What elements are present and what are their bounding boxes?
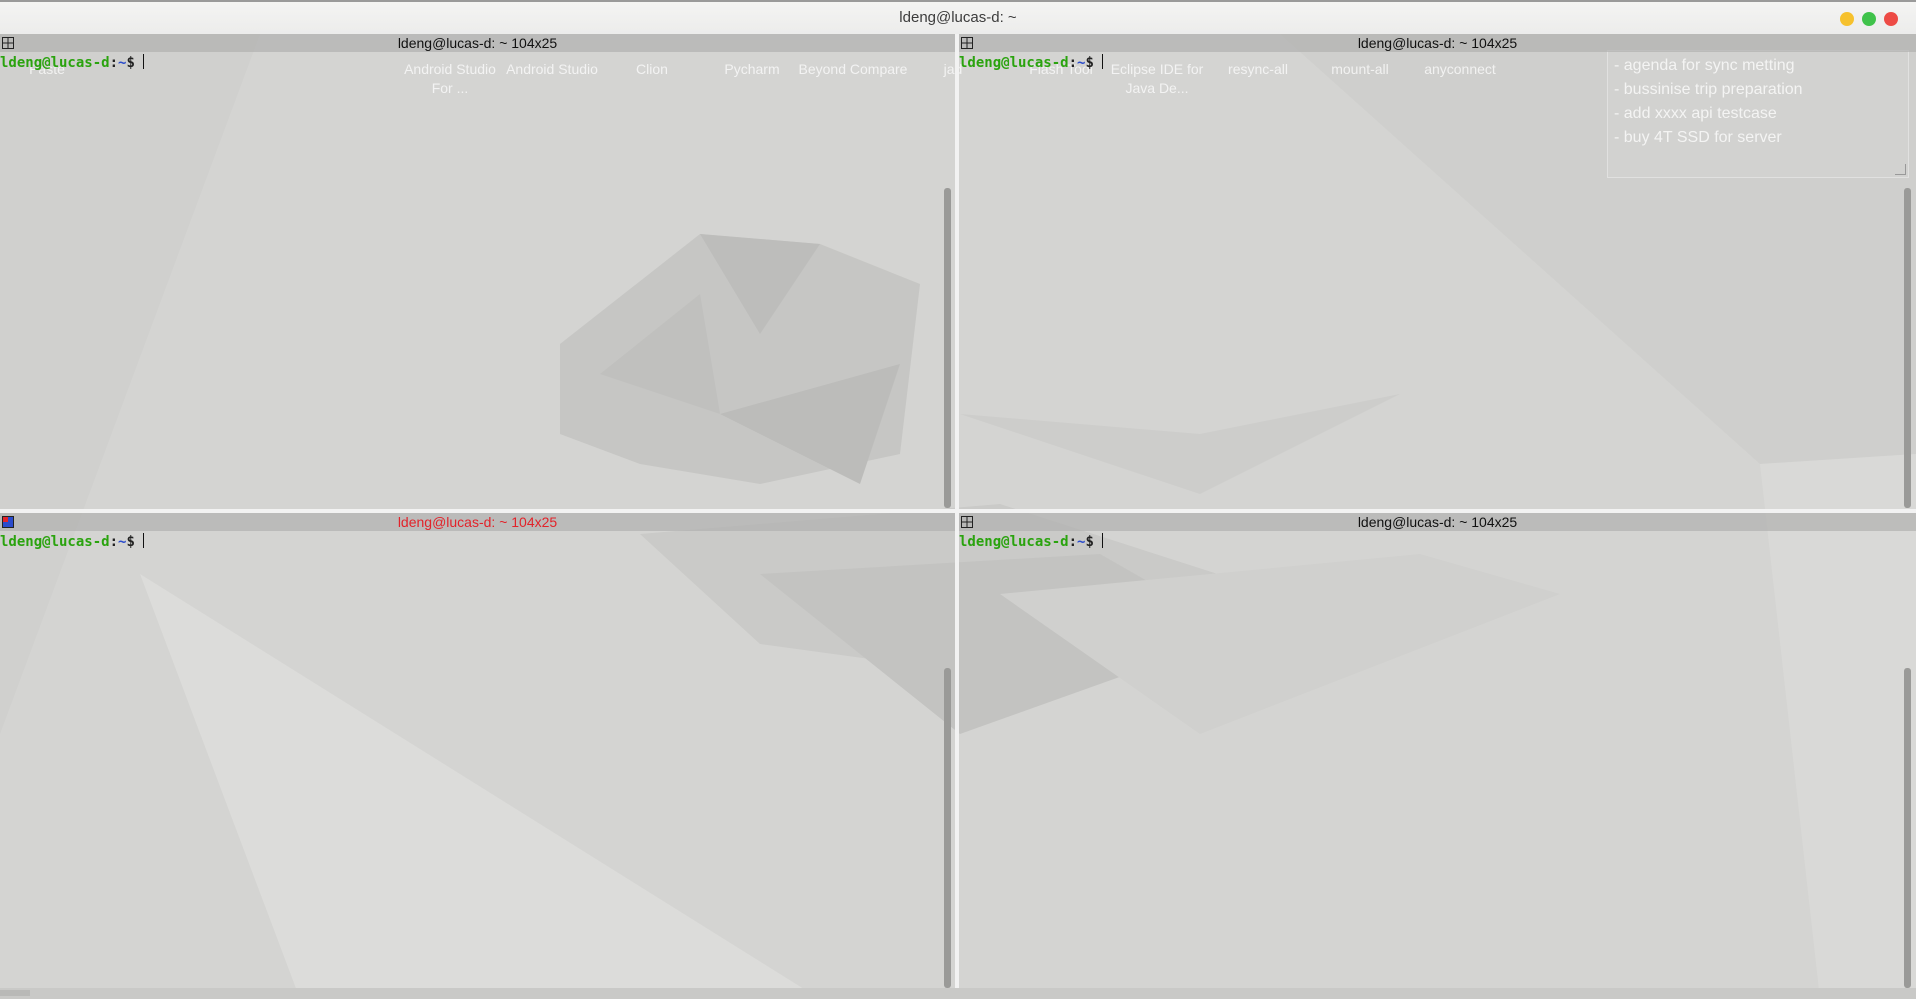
terminal-header[interactable]: ldeng@lucas-d: ~ 104x25 bbox=[959, 34, 1916, 52]
window-title: ldeng@lucas-d: ~ bbox=[899, 9, 1017, 26]
text-cursor bbox=[1101, 533, 1103, 548]
terminal-pane-bottom-right[interactable]: ldeng@lucas-d: ~ 104x25 ldeng@lucas-d:~$ bbox=[959, 513, 1916, 988]
terminal-prompt[interactable]: ldeng@lucas-d:~$ bbox=[959, 533, 1103, 550]
text-cursor bbox=[142, 533, 144, 548]
terminal-prompt[interactable]: ldeng@lucas-d:~$ bbox=[0, 54, 144, 71]
scrollbar-thumb[interactable] bbox=[0, 990, 30, 996]
terminal-title: ldeng@lucas-d: ~ 104x25 bbox=[397, 35, 558, 51]
terminal-scrollbar[interactable] bbox=[944, 668, 951, 988]
terminal-pane-top-left[interactable]: ldeng@lucas-d: ~ 104x25 ldeng@lucas-d:~$ bbox=[0, 34, 955, 509]
terminal-prompt[interactable]: ldeng@lucas-d:~$ bbox=[0, 533, 144, 550]
terminal-header[interactable]: ldeng@lucas-d: ~ 104x25 bbox=[0, 513, 955, 531]
terminal-pane-top-right[interactable]: ldeng@lucas-d: ~ 104x25 ldeng@lucas-d:~$ bbox=[959, 34, 1916, 509]
terminal-header[interactable]: ldeng@lucas-d: ~ 104x25 bbox=[959, 513, 1916, 531]
terminal-pane-bottom-left[interactable]: ldeng@lucas-d: ~ 104x25 ldeng@lucas-d:~$ bbox=[0, 513, 955, 988]
terminal-title: ldeng@lucas-d: ~ 104x25 bbox=[1357, 35, 1518, 51]
terminal-header[interactable]: ldeng@lucas-d: ~ 104x25 bbox=[0, 34, 955, 52]
terminal-scrollbar[interactable] bbox=[1904, 188, 1911, 508]
text-cursor bbox=[142, 54, 144, 69]
close-button[interactable] bbox=[1884, 12, 1898, 26]
minimize-button[interactable] bbox=[1840, 12, 1854, 26]
horizontal-scrollbar[interactable] bbox=[0, 988, 1916, 999]
terminal-scrollbar[interactable] bbox=[944, 188, 951, 508]
terminal-title: ldeng@lucas-d: ~ 104x25 bbox=[397, 514, 558, 530]
terminal-title: ldeng@lucas-d: ~ 104x25 bbox=[1357, 514, 1518, 530]
text-cursor bbox=[1101, 54, 1103, 69]
terminal-prompt[interactable]: ldeng@lucas-d:~$ bbox=[959, 54, 1103, 71]
window-titlebar[interactable]: ldeng@lucas-d: ~ bbox=[0, 0, 1916, 34]
maximize-button[interactable] bbox=[1862, 12, 1876, 26]
terminal-scrollbar[interactable] bbox=[1904, 668, 1911, 988]
